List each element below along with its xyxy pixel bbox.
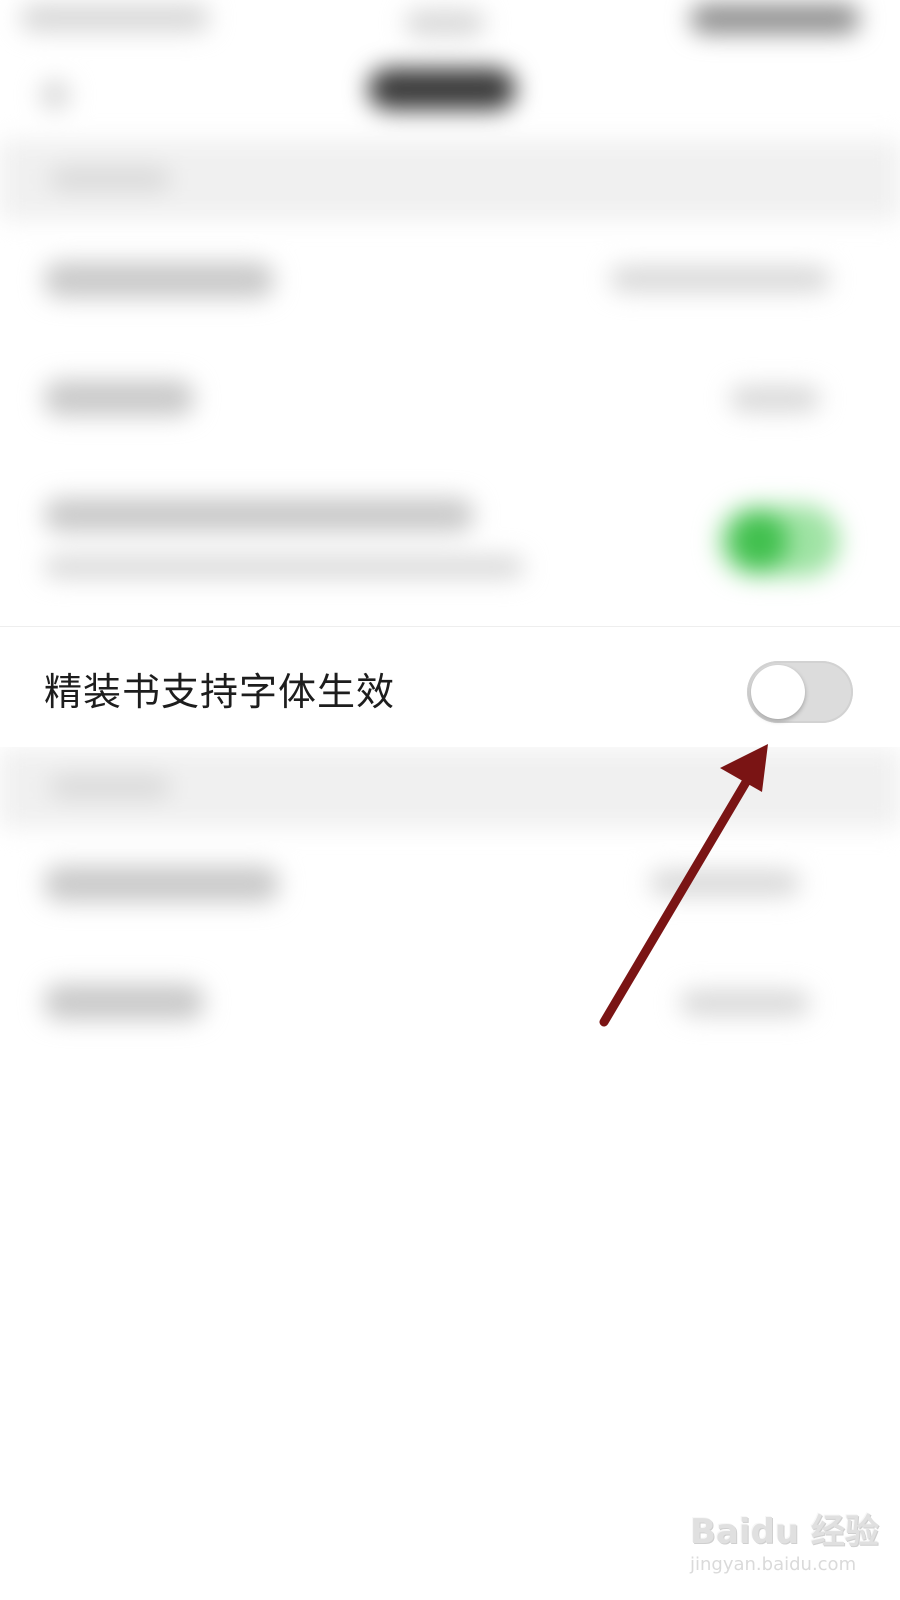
settings-row-hardcover-font: 精装书支持字体生效: [0, 626, 900, 747]
watermark-brand: Baidu 经验: [690, 1512, 879, 1552]
font-effect-toggle[interactable]: [747, 661, 853, 723]
settings-screen: 精装书支持字体生效 Baidu 经验 jingyan.baidu.com: [0, 0, 900, 1600]
blurred-content: [0, 0, 900, 1600]
watermark-url: jingyan.baidu.com: [690, 1554, 857, 1575]
toggle-knob: [751, 665, 805, 719]
baidu-watermark: Baidu 经验 jingyan.baidu.com: [690, 1490, 890, 1580]
setting-label: 精装书支持字体生效: [44, 670, 396, 714]
